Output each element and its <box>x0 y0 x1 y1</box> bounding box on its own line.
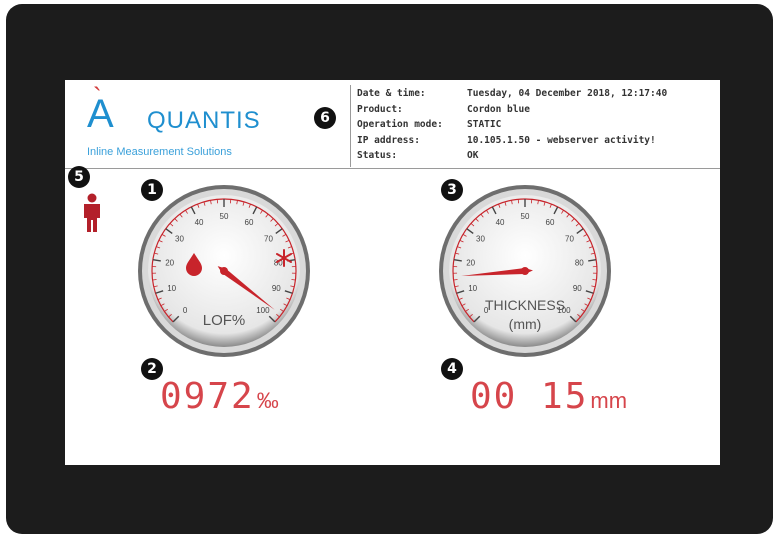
logo-wordmark: QUANTIS <box>147 107 261 134</box>
info-label: Product: <box>357 103 403 115</box>
brand-tagline: Inline Measurement Solutions <box>87 146 232 158</box>
tick-label: 40 <box>496 218 505 227</box>
tick-label: 60 <box>245 218 254 227</box>
thickness-gauge: 0102030405060708090100 THICKNESS (mm) <box>439 185 611 357</box>
gauge-label-line1: THICKNESS <box>485 297 565 313</box>
callout-badge-6: 6 <box>314 107 336 129</box>
tick-label: 10 <box>468 284 477 293</box>
lof-readout: 0972‰ <box>160 376 279 417</box>
tick-label: 30 <box>175 235 184 244</box>
tick-label: 80 <box>575 258 584 267</box>
info-value: Tuesday, 04 December 2018, 12:17:40 <box>467 88 668 99</box>
tick-label: 0 <box>183 306 188 315</box>
info-label: Status: <box>357 150 398 161</box>
machine-info-panel: Date & time: Tuesday, 04 December 2018, … <box>357 86 667 164</box>
callout-badge-4: 4 <box>441 358 463 380</box>
info-row-product: Product: Cordon blue <box>357 102 667 118</box>
tick-label: 20 <box>165 258 174 267</box>
lof-gauge: 0102030405060708090100 LOF% <box>138 185 310 357</box>
tick-label: 50 <box>220 212 229 221</box>
info-value: Cordon blue <box>467 103 530 115</box>
tick-label: 60 <box>546 218 555 227</box>
tick-label: 30 <box>476 235 485 244</box>
info-row-status: Status: OK <box>357 148 667 164</box>
info-label: Date & time: <box>357 88 426 99</box>
status-value: OK <box>467 150 479 161</box>
gauge-label: LOF% <box>203 312 246 329</box>
minor-tick <box>152 279 157 281</box>
gauge-hub <box>220 267 228 275</box>
lof-readout-unit: ‰ <box>256 388 279 413</box>
minor-tick <box>291 279 296 281</box>
tick-label: 40 <box>195 218 204 227</box>
tick-label: 90 <box>573 284 582 293</box>
header-separator <box>65 168 720 169</box>
info-value: STATIC <box>467 119 502 130</box>
thickness-readout-digits: 00 15 <box>470 376 589 417</box>
lof-readout-digits: 0972 <box>160 376 255 417</box>
callout-badge-5: 5 <box>68 166 90 188</box>
tick-label: 20 <box>466 258 475 267</box>
tick-label: 70 <box>565 235 574 244</box>
tick-label: 100 <box>256 306 270 315</box>
tick-label: 90 <box>272 284 281 293</box>
info-row-datetime: Date & time: Tuesday, 04 December 2018, … <box>357 86 667 102</box>
info-label: Operation mode: <box>357 119 443 130</box>
thickness-readout-unit: mm <box>590 388 628 413</box>
minor-tick <box>453 279 458 281</box>
gauge-label-line2: (mm) <box>509 316 542 332</box>
minor-tick <box>592 279 597 281</box>
tick-label: 50 <box>521 212 530 221</box>
logo-mark: ` A <box>87 82 114 136</box>
aquantis-logo: ` A QUANTIS <box>87 82 287 146</box>
info-row-operation-mode: Operation mode: STATIC <box>357 117 667 133</box>
info-label: IP address: <box>357 134 420 146</box>
tick-label: 70 <box>264 235 273 244</box>
info-value: 10.105.1.50 - webserver activity! <box>467 134 656 146</box>
info-row-ip-address: IP address: 10.105.1.50 - webserver acti… <box>357 133 667 149</box>
tick-label: 10 <box>167 284 176 293</box>
gauge-hub <box>521 267 529 275</box>
info-divider <box>350 85 351 167</box>
person-icon[interactable] <box>80 193 104 233</box>
thickness-readout: 00 15mm <box>470 376 627 417</box>
